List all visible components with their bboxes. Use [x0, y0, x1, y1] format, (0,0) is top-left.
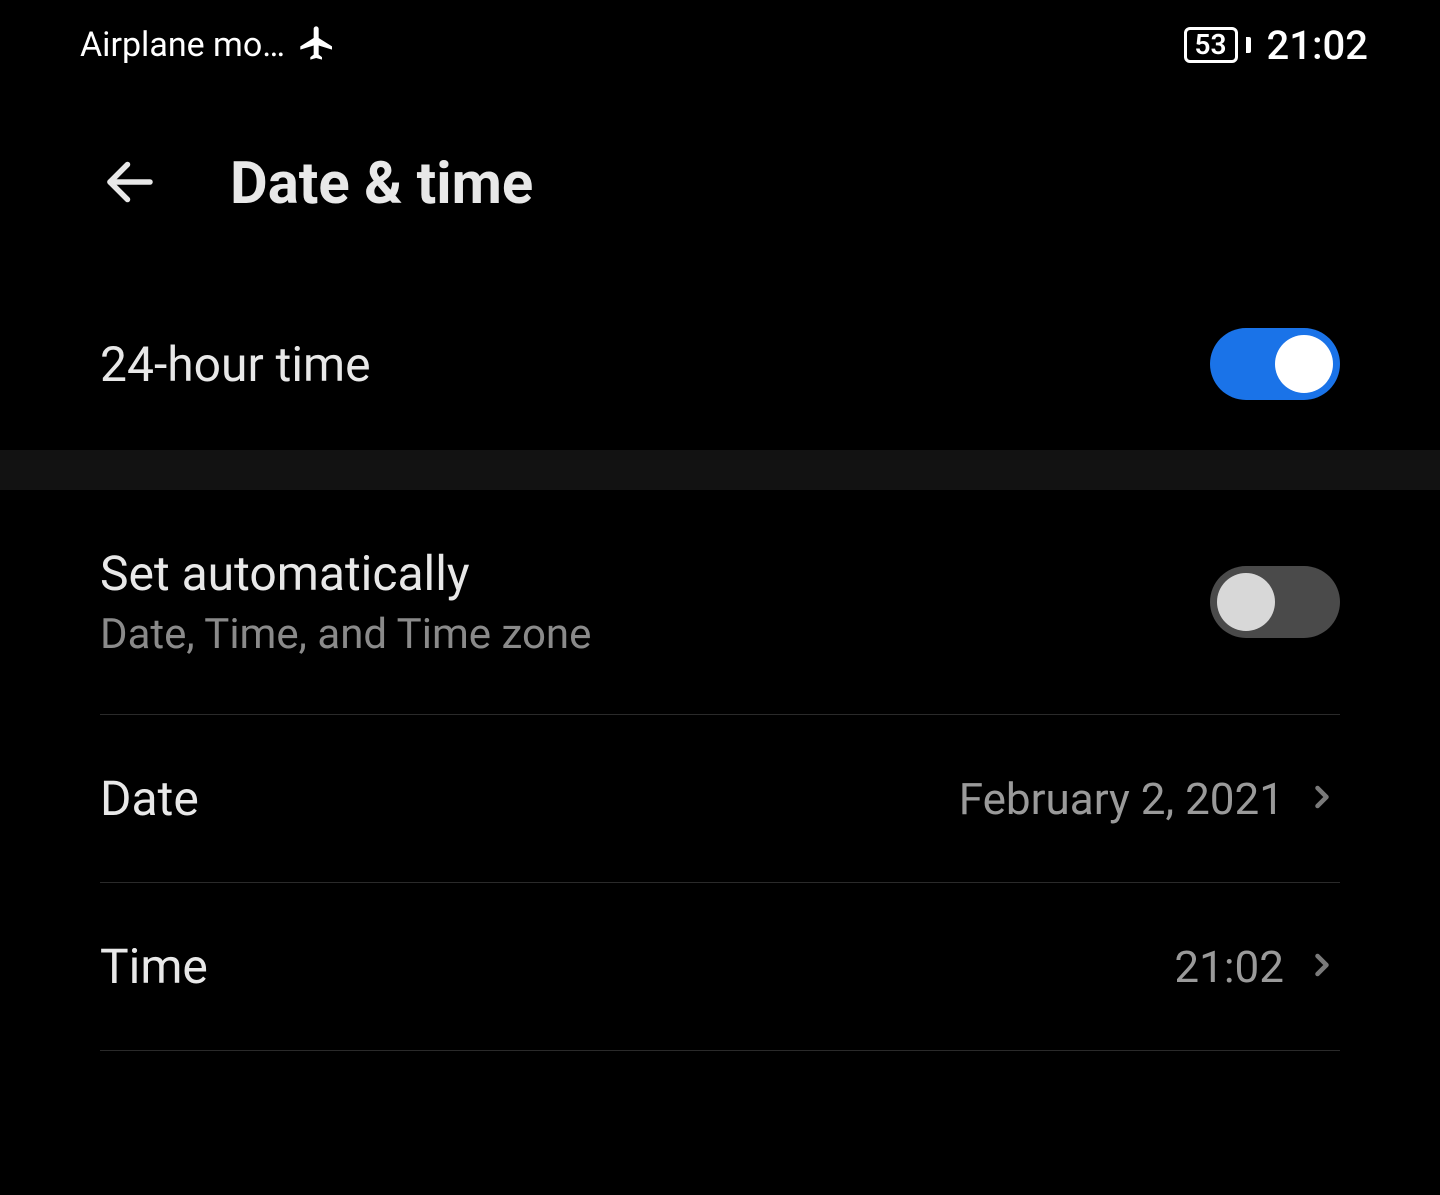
status-clock: 21:02: [1267, 22, 1368, 69]
chevron-right-icon: [1304, 947, 1340, 987]
label-24-hour: 24-hour time: [100, 336, 371, 393]
label-time: Time: [100, 938, 208, 995]
sublabel-set-automatically: Date, Time, and Time zone: [100, 610, 591, 659]
status-left: Airplane mo…: [80, 23, 337, 67]
status-mode-text: Airplane mo…: [80, 25, 285, 65]
toggle-knob: [1217, 573, 1275, 631]
section-format: 24-hour time: [0, 288, 1440, 450]
battery-tip-icon: [1246, 37, 1251, 53]
row-date[interactable]: Date February 2, 2021: [0, 715, 1440, 882]
status-right: 53 21:02: [1184, 22, 1368, 69]
toggle-24-hour[interactable]: [1210, 328, 1340, 400]
chevron-right-icon: [1304, 779, 1340, 819]
section-datetime: Set automatically Date, Time, and Time z…: [0, 490, 1440, 1051]
page-title: Date & time: [230, 150, 533, 218]
divider: [100, 1050, 1340, 1051]
status-bar: Airplane mo… 53 21:02: [0, 0, 1440, 90]
page-header: Date & time: [0, 90, 1440, 288]
battery-level: 53: [1195, 28, 1227, 61]
toggle-knob: [1275, 335, 1333, 393]
value-date: February 2, 2021: [959, 773, 1284, 825]
row-set-automatically[interactable]: Set automatically Date, Time, and Time z…: [0, 490, 1440, 714]
row-time[interactable]: Time 21:02: [0, 883, 1440, 1050]
toggle-set-automatically[interactable]: [1210, 566, 1340, 638]
back-button[interactable]: [100, 152, 160, 216]
value-time: 21:02: [1174, 941, 1284, 993]
label-date: Date: [100, 770, 199, 827]
section-divider: [0, 450, 1440, 490]
label-set-automatically: Set automatically: [100, 545, 591, 602]
row-24-hour-time[interactable]: 24-hour time: [0, 288, 1440, 450]
airplane-icon: [297, 23, 337, 67]
battery-icon: 53: [1184, 27, 1238, 63]
